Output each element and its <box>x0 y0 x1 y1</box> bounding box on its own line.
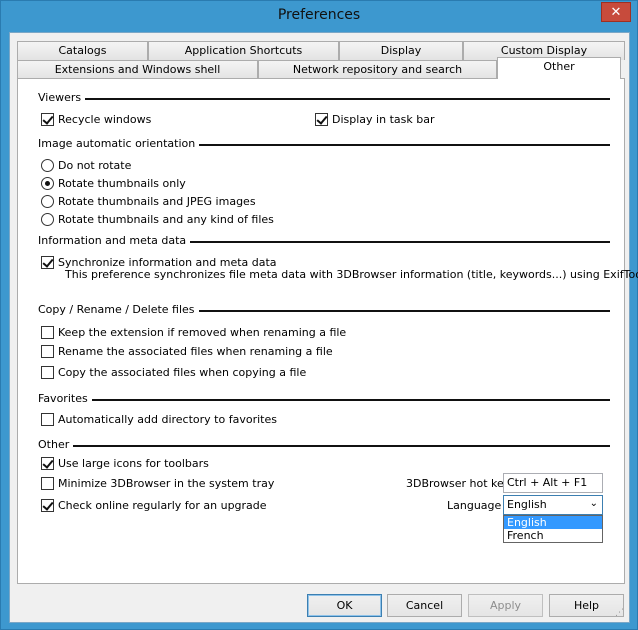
tab-row-2: Extensions and Windows shell Network rep… <box>17 57 625 79</box>
keep-extension-checkbox[interactable]: Keep the extension if removed when renam… <box>41 325 346 339</box>
language-option-french[interactable]: French <box>504 529 602 542</box>
language-dropdown-list: English French <box>503 515 603 543</box>
sync-meta-description: This preference synchronizes file meta d… <box>65 268 638 281</box>
radio-do-not-rotate[interactable]: Do not rotate <box>41 158 131 172</box>
language-label: Language <box>447 499 502 512</box>
favorites-divider <box>42 399 610 401</box>
files-section-title: Copy / Rename / Delete files <box>38 303 199 316</box>
large-icons-checkbox[interactable]: Use large icons for toolbars <box>41 456 209 470</box>
checkbox-box <box>41 456 54 470</box>
checkbox-box <box>41 498 54 512</box>
tab-application-shortcuts[interactable]: Application Shortcuts <box>148 41 339 60</box>
checkbox-box <box>41 112 54 126</box>
favorites-section-title: Favorites <box>38 392 92 405</box>
copy-associated-checkbox[interactable]: Copy the associated files when copying a… <box>41 365 306 379</box>
close-icon: ✕ <box>610 5 622 20</box>
orientation-section-title: Image automatic orientation <box>38 137 200 150</box>
help-button[interactable]: Help <box>549 594 624 617</box>
tab-extensions-shell[interactable]: Extensions and Windows shell <box>17 60 258 79</box>
other-section-title: Other <box>38 438 74 451</box>
recycle-windows-checkbox[interactable]: Recycle windows <box>41 112 151 126</box>
display-taskbar-checkbox[interactable]: Display in task bar <box>315 112 434 126</box>
chevron-down-icon: ⌄ <box>589 498 598 509</box>
radio-circle <box>41 176 54 190</box>
dialog-client: Catalogs Application Shortcuts Display C… <box>9 32 638 623</box>
sync-meta-checkbox[interactable]: Synchronize information and meta data <box>41 255 277 269</box>
cancel-button[interactable]: Cancel <box>387 594 462 617</box>
close-button[interactable]: ✕ <box>601 2 631 22</box>
checkbox-box <box>41 255 54 269</box>
radio-rotate-all[interactable]: Rotate thumbnails and any kind of files <box>41 212 274 226</box>
tab-network-repository[interactable]: Network repository and search <box>258 60 497 79</box>
radio-rotate-thumbnails[interactable]: Rotate thumbnails only <box>41 176 186 190</box>
radio-circle <box>41 194 54 208</box>
checkbox-box <box>315 112 328 126</box>
checkbox-box <box>41 412 54 426</box>
title-bar[interactable]: Preferences ✕ <box>1 1 637 32</box>
checkbox-box <box>41 344 54 358</box>
check-online-checkbox[interactable]: Check online regularly for an upgrade <box>41 498 267 512</box>
hotkey-label: 3DBrowser hot key <box>406 477 511 490</box>
rename-associated-checkbox[interactable]: Rename the associated files when renamin… <box>41 344 333 358</box>
auto-add-favorites-checkbox[interactable]: Automatically add directory to favorites <box>41 412 277 426</box>
resize-grip-icon[interactable]: ⋰ <box>615 608 627 620</box>
tab-other[interactable]: Other <box>497 57 621 79</box>
tab-display[interactable]: Display <box>339 41 463 60</box>
window-title: Preferences <box>277 7 361 23</box>
viewers-section-title: Viewers <box>38 91 86 104</box>
ok-button[interactable]: OK <box>307 594 382 617</box>
radio-circle <box>41 158 54 172</box>
minimize-tray-checkbox[interactable]: Minimize 3DBrowser in the system tray <box>41 476 274 490</box>
radio-rotate-jpeg[interactable]: Rotate thumbnails and JPEG images <box>41 194 256 208</box>
preferences-window: Preferences ✕ Catalogs Application Short… <box>0 0 638 630</box>
language-option-english[interactable]: English <box>504 516 602 529</box>
meta-section-title: Information and meta data <box>38 234 191 247</box>
radio-circle <box>41 212 54 226</box>
viewers-divider <box>42 98 610 100</box>
tab-catalogs[interactable]: Catalogs <box>17 41 148 60</box>
hotkey-input[interactable]: Ctrl + Alt + F1 <box>503 473 603 493</box>
other-divider <box>42 445 610 447</box>
checkbox-box <box>41 476 54 490</box>
other-tab-panel: Viewers Recycle windows Display in task … <box>17 78 638 584</box>
apply-button: Apply <box>468 594 543 617</box>
language-select[interactable]: English ⌄ <box>503 495 603 515</box>
checkbox-box <box>41 365 54 379</box>
checkbox-box <box>41 325 54 339</box>
